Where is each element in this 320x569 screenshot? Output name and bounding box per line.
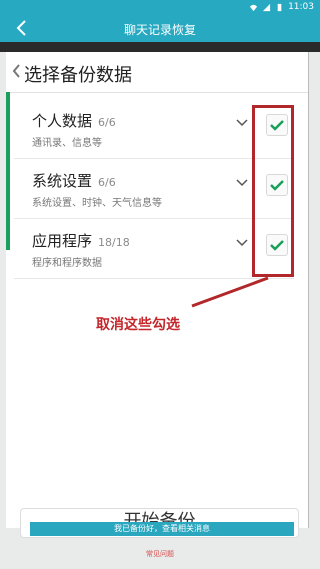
- wifi-icon: [249, 4, 258, 11]
- annotation-highlight-box: [252, 105, 294, 277]
- app-bar: 聊天记录恢复: [0, 15, 320, 42]
- chevron-left-icon[interactable]: [11, 63, 21, 79]
- panel-header: 选择备份数据: [6, 52, 308, 93]
- item-count: 6/6: [98, 176, 116, 189]
- item-description: 程序和程序数据: [32, 258, 102, 269]
- signal-icon: [262, 3, 271, 11]
- page-title: 聊天记录恢复: [123, 23, 196, 37]
- status-time: 11:03: [288, 2, 314, 12]
- selected-accent-bar: [6, 92, 10, 250]
- item-description: 系统设置、时钟、天气信息等: [32, 198, 162, 209]
- panel-title: 选择备份数据: [24, 65, 132, 86]
- item-count: 6/6: [98, 116, 116, 129]
- faq-link[interactable]: 常见问题: [0, 549, 320, 559]
- item-name: 系统设置 6/6: [32, 172, 116, 190]
- screenshot-top-edge: [0, 42, 320, 52]
- chevron-down-icon[interactable]: [236, 178, 248, 188]
- status-icons: 11:03: [249, 2, 314, 12]
- status-bar: 11:03: [0, 0, 320, 15]
- item-name: 应用程序 18/18: [32, 232, 130, 250]
- battery-icon: [277, 3, 282, 11]
- view-messages-bar[interactable]: 我已备份好，查看相关消息: [30, 522, 294, 536]
- item-description: 通讯录、信息等: [32, 138, 102, 149]
- item-name: 个人数据 6/6: [32, 112, 116, 130]
- chevron-down-icon[interactable]: [236, 238, 248, 248]
- annotation-label: 取消这些勾选: [96, 317, 180, 333]
- chevron-down-icon[interactable]: [236, 118, 248, 128]
- item-count: 18/18: [98, 236, 130, 249]
